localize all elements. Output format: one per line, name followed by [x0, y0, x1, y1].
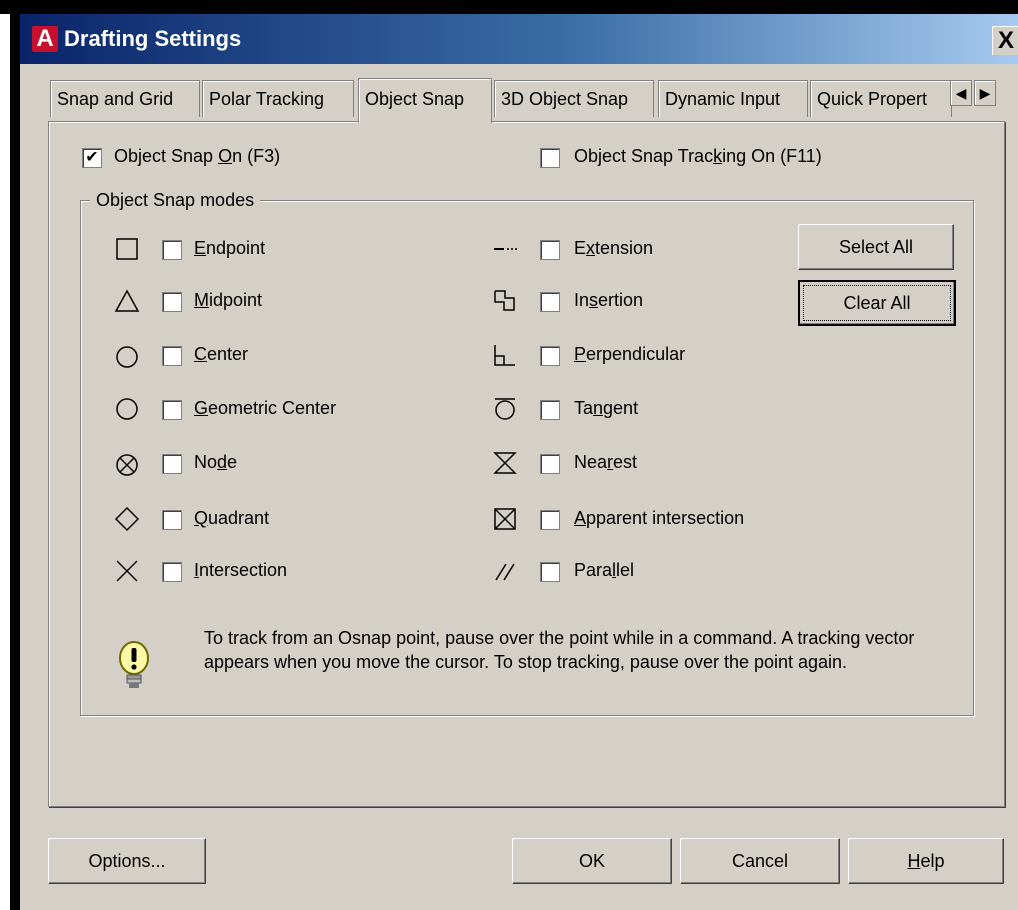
options-button[interactable]: Options... — [48, 838, 206, 884]
geometric-center-circle-checkbox[interactable] — [162, 400, 182, 420]
lightbulb-tip-icon — [119, 641, 149, 688]
midpoint-triangle-checkbox[interactable] — [162, 292, 182, 312]
quadrant-diamond-checkbox[interactable] — [162, 510, 182, 530]
parallel-checkbox[interactable] — [540, 562, 560, 582]
perpendicular-icon — [494, 345, 515, 366]
center-circle-checkbox[interactable] — [162, 346, 182, 366]
object-snap-tracking-checkbox[interactable] — [540, 148, 560, 168]
object-snap-on-label: Object Snap On (F3) — [114, 146, 281, 166]
extension-label: Extension — [574, 238, 654, 258]
perpendicular-label: Perpendicular — [574, 344, 686, 364]
endpoint-square-checkbox[interactable] — [162, 240, 182, 260]
window-title: Drafting Settings — [64, 26, 242, 51]
object-snap-tracking-label: Object Snap Tracking On (F11) — [574, 146, 822, 166]
center-circle-label: Center — [194, 344, 249, 364]
geometric-center-circle-icon — [116, 398, 138, 420]
ok-button[interactable]: OK — [512, 838, 672, 884]
apparent-intersection-icon — [494, 508, 516, 530]
title-bar[interactable]: A Drafting Settings X — [20, 14, 1018, 64]
tab-label: Quick Propert — [817, 89, 928, 109]
intersection-x-label: Intersection — [194, 560, 288, 580]
tab-scroll-right-button[interactable]: ▶ — [974, 80, 996, 106]
tab-label: Object Snap — [365, 89, 465, 109]
apparent-intersection-checkbox[interactable] — [540, 510, 560, 530]
nearest-label: Nearest — [574, 452, 638, 472]
intersection-x-checkbox[interactable] — [162, 562, 182, 582]
nearest-icon — [493, 452, 517, 474]
tab-snap-and-grid[interactable]: Snap and Grid — [50, 80, 200, 117]
tab-label: Snap and Grid — [57, 89, 174, 109]
tab-dynamic-input[interactable]: Dynamic Input — [658, 80, 808, 117]
tab-3d-object-snap[interactable]: 3D Object Snap — [494, 80, 654, 117]
endpoint-square-icon — [116, 238, 138, 260]
object-snap-on-checkbox[interactable]: ✔ — [82, 148, 102, 168]
node-label: Node — [194, 452, 238, 472]
group-title: Object Snap modes — [90, 190, 261, 211]
apparent-intersection-label: Apparent intersection — [574, 508, 745, 528]
clear-all-button[interactable]: Clear All — [798, 280, 956, 326]
intersection-x-icon — [116, 560, 138, 582]
quadrant-diamond-icon — [114, 506, 140, 532]
endpoint-square-label: Endpoint — [194, 238, 266, 258]
node-icon — [116, 454, 138, 476]
midpoint-triangle-label: Midpoint — [194, 290, 263, 310]
tab-quick-properties[interactable]: Quick Propert — [810, 80, 952, 117]
node-checkbox[interactable] — [162, 454, 182, 474]
tab-polar-tracking[interactable]: Polar Tracking — [202, 80, 354, 117]
perpendicular-checkbox[interactable] — [540, 346, 560, 366]
extension-checkbox[interactable] — [540, 240, 560, 260]
insertion-label: Insertion — [574, 290, 644, 310]
tracking-tip-text: To track from an Osnap point, pause over… — [204, 628, 915, 672]
autocad-app-icon: A — [32, 26, 58, 52]
geometric-center-circle-label: Geometric Center — [194, 398, 337, 418]
cancel-button[interactable]: Cancel — [680, 838, 840, 884]
extension-icon — [494, 248, 517, 250]
quadrant-diamond-label: Quadrant — [194, 508, 270, 528]
tangent-icon — [495, 398, 515, 420]
nearest-checkbox[interactable] — [540, 454, 560, 474]
select-all-button[interactable]: Select All — [798, 224, 954, 270]
insertion-checkbox[interactable] — [540, 292, 560, 312]
tangent-label: Tangent — [574, 398, 639, 418]
tab-label: Dynamic Input — [665, 89, 781, 109]
tangent-checkbox[interactable] — [540, 400, 560, 420]
tab-scroll-left-button[interactable]: ◀ — [950, 80, 972, 106]
close-button[interactable]: X — [992, 26, 1018, 55]
window-frame-left — [10, 0, 20, 910]
tab-object-snap[interactable]: Object Snap — [358, 78, 492, 123]
midpoint-triangle-icon — [114, 289, 140, 312]
insertion-icon — [494, 290, 515, 311]
parallel-label: Parallel — [574, 560, 635, 580]
tab-label: 3D Object Snap — [501, 89, 629, 109]
parallel-icon — [495, 563, 515, 581]
center-circle-icon — [116, 346, 138, 368]
help-button[interactable]: Help — [848, 838, 1004, 884]
tab-label: Polar Tracking — [209, 89, 325, 109]
window-frame-top — [0, 0, 1018, 14]
